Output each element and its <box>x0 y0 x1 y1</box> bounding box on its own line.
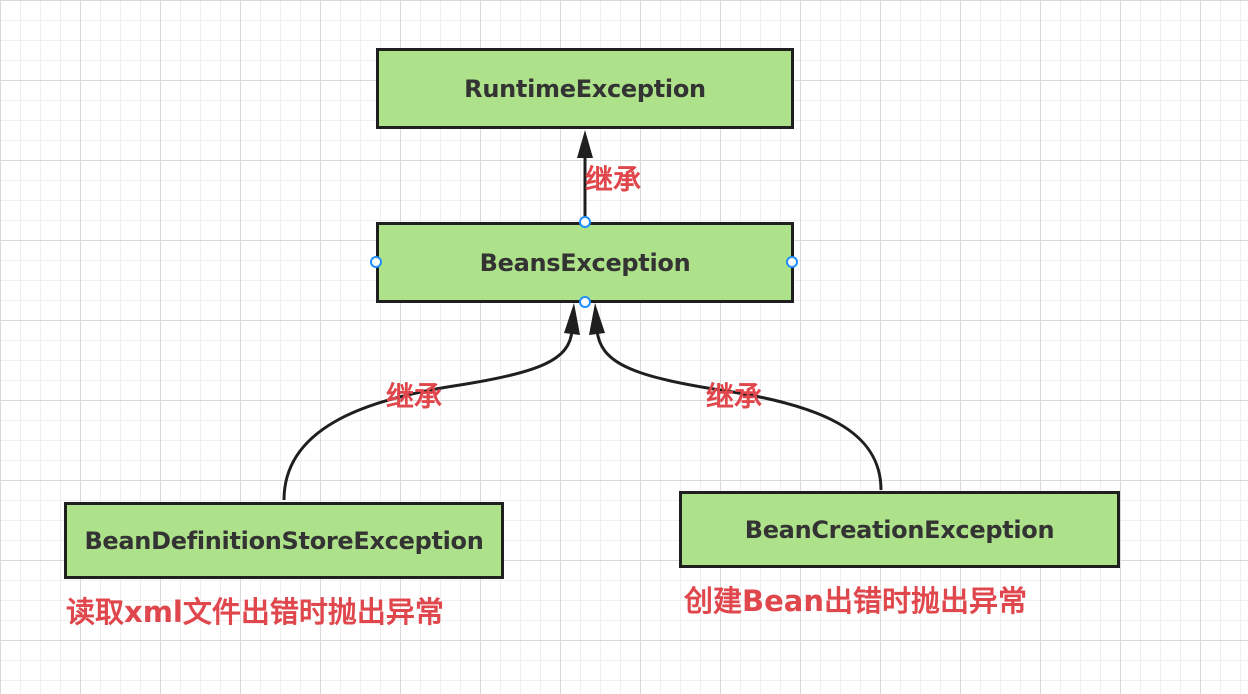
node-beans-exception[interactable]: BeansException <box>376 222 794 303</box>
selection-handle-top[interactable] <box>579 216 591 228</box>
node-bean-definition-store-exception[interactable]: BeanDefinitionStoreException <box>64 502 504 579</box>
edge-label-beans-to-runtime: 继承 <box>585 163 642 196</box>
node-beans-exception-label: BeansException <box>479 248 691 277</box>
edge-label-creation-to-beans: 继承 <box>706 380 763 413</box>
caption-bean-definition-store-exception: 读取xml文件出错时抛出异常 <box>66 595 444 629</box>
caption-bean-creation-exception: 创建Bean出错时抛出异常 <box>684 584 1027 618</box>
node-runtime-exception[interactable]: RuntimeException <box>376 48 794 129</box>
selection-handle-right[interactable] <box>786 256 798 268</box>
node-bean-creation-exception-label: BeanCreationException <box>744 515 1055 544</box>
edge-label-definition-store-to-beans: 继承 <box>386 380 443 413</box>
node-bean-definition-store-exception-label: BeanDefinitionStoreException <box>84 526 484 555</box>
selection-handle-left[interactable] <box>370 256 382 268</box>
node-runtime-exception-label: RuntimeException <box>464 74 706 103</box>
selection-handle-bottom[interactable] <box>579 296 591 308</box>
node-bean-creation-exception[interactable]: BeanCreationException <box>679 491 1120 568</box>
